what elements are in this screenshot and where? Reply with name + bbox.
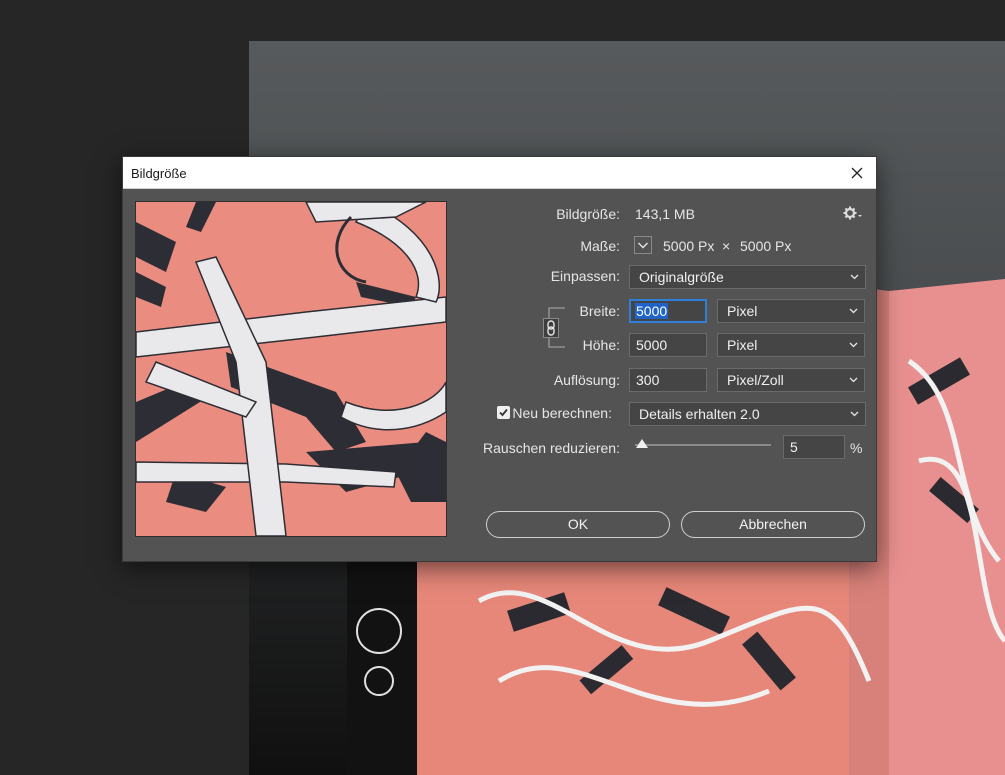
resolution-unit-select[interactable]: Pixel/Zoll (717, 368, 865, 392)
chevron-down-icon (850, 411, 859, 417)
resolution-unit: Pixel/Zoll (727, 372, 784, 388)
dimensions-dropdown[interactable] (634, 236, 652, 254)
fit-select[interactable]: Originalgröße (629, 265, 866, 289)
dimensions-width: 5000 Px (663, 238, 715, 254)
width-unit-select[interactable]: Pixel (717, 299, 865, 323)
height-label: Höhe: (582, 337, 620, 353)
chain-link-icon (543, 318, 559, 338)
resolution-label: Auflösung: (553, 372, 620, 388)
noise-slider-thumb[interactable] (635, 439, 648, 448)
fit-label: Einpassen: (550, 268, 620, 284)
image-size-value: 143,1 MB (635, 206, 695, 222)
dimensions-times: × (722, 238, 731, 254)
dialog-title: Bildgröße (131, 166, 187, 181)
constrain-proportions-button[interactable] (543, 318, 559, 338)
resample-method-select[interactable]: Details erhalten 2.0 (629, 402, 866, 426)
close-icon (851, 167, 863, 179)
height-value: 5000 (636, 337, 668, 353)
dimensions-label: Maße: (580, 238, 620, 254)
noise-value: 5 (790, 439, 798, 455)
preview-artwork (136, 202, 446, 536)
settings-button[interactable] (843, 206, 863, 222)
resample-label: Neu berechnen: (512, 405, 612, 421)
noise-slider-track[interactable] (635, 439, 771, 448)
chevron-down-icon (850, 274, 859, 280)
checkmark-icon (499, 408, 508, 417)
noise-unit: % (850, 440, 863, 456)
fit-value: Originalgröße (639, 269, 724, 285)
cancel-button[interactable]: Abbrechen (681, 511, 865, 538)
close-button[interactable] (838, 157, 876, 188)
resample-value: Details erhalten 2.0 (639, 406, 760, 422)
noise-label: Rauschen reduzieren: (483, 440, 620, 456)
image-size-dialog: Bildgröße Bildgröße: 143,1 MB Maße: 5000… (122, 156, 877, 562)
dimensions-height: 5000 Px (740, 238, 792, 254)
width-label: Breite: (579, 303, 620, 319)
resample-checkbox[interactable] (497, 406, 510, 419)
ok-button[interactable]: OK (486, 511, 670, 538)
chevron-down-icon (849, 308, 858, 314)
chevron-down-icon (638, 242, 648, 249)
image-preview[interactable] (135, 201, 447, 537)
dialog-titlebar: Bildgröße (123, 157, 876, 189)
chevron-down-icon (849, 377, 858, 383)
resolution-value: 300 (636, 372, 660, 388)
width-input[interactable]: 5000 (629, 299, 707, 323)
width-value: 5000 (635, 303, 669, 319)
chevron-down-icon (849, 342, 858, 348)
image-size-label: Bildgröße: (556, 206, 620, 222)
height-unit-select[interactable]: Pixel (717, 333, 865, 357)
height-unit: Pixel (727, 337, 758, 353)
gear-icon (843, 206, 862, 220)
resolution-input[interactable]: 300 (629, 368, 707, 392)
height-input[interactable]: 5000 (629, 333, 707, 357)
width-unit: Pixel (727, 303, 758, 319)
noise-input[interactable]: 5 (783, 435, 845, 459)
